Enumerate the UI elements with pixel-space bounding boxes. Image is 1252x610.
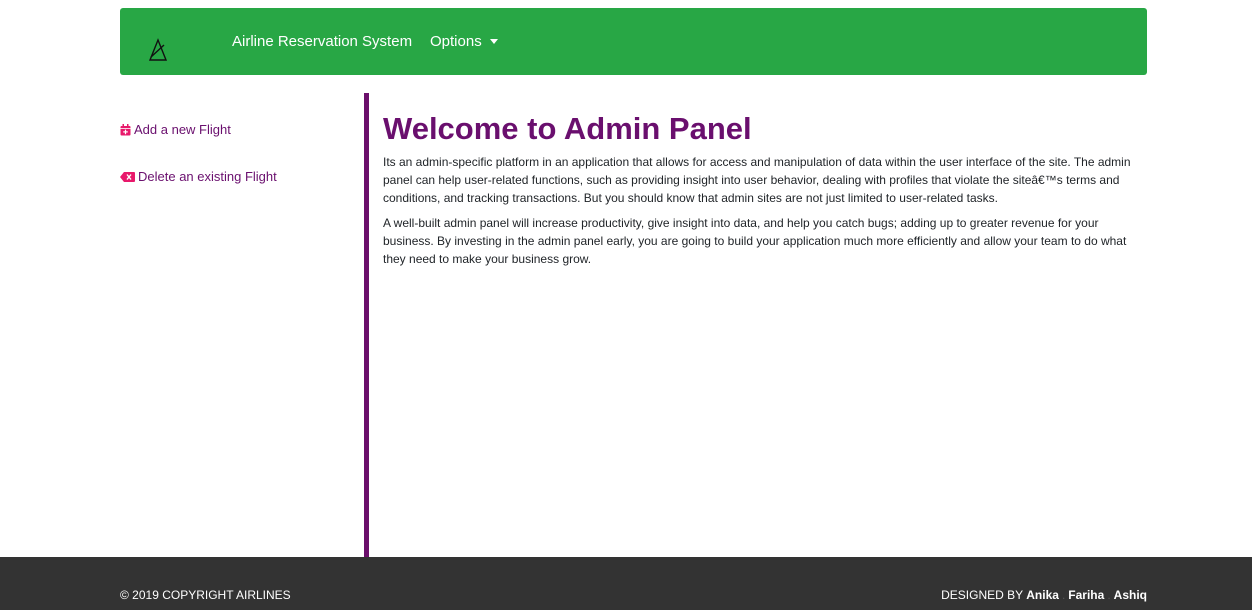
calendar-plus-icon bbox=[120, 124, 131, 136]
brand-logo-icon[interactable] bbox=[148, 37, 168, 61]
navbar: Airline Reservation System Options bbox=[120, 8, 1147, 75]
designer-separator: . bbox=[1107, 588, 1111, 602]
designed-by-label: DESIGNED BY bbox=[941, 588, 1027, 602]
footer: © 2019 COPYRIGHT AIRLINES DESIGNED BY An… bbox=[0, 557, 1252, 610]
options-dropdown-toggle[interactable]: Options bbox=[430, 33, 498, 51]
designer-name: Anika bbox=[1026, 588, 1059, 602]
sidebar-item-add-flight[interactable]: Add a new Flight bbox=[120, 122, 231, 138]
main-content: Welcome to Admin Panel Its an admin-spec… bbox=[383, 111, 1147, 268]
vertical-divider bbox=[364, 93, 369, 557]
benefits-paragraph: A well-built admin panel will increase p… bbox=[383, 216, 1127, 266]
designer-separator: . bbox=[1061, 588, 1066, 602]
options-label: Options bbox=[430, 33, 482, 50]
designer-name: Fariha bbox=[1068, 588, 1105, 602]
page: Airline Reservation System Options Add a… bbox=[0, 0, 1252, 610]
sidebar-item-label: Delete an existing Flight bbox=[138, 169, 277, 184]
backspace-icon bbox=[120, 172, 135, 182]
designed-by-text: DESIGNED BY Anika. Fariha. Ashiq bbox=[941, 588, 1147, 602]
designer-name: Ashiq bbox=[1113, 588, 1147, 602]
intro-paragraph: Its an admin-specific platform in an app… bbox=[383, 155, 1131, 205]
sidebar-item-label: Add a new Flight bbox=[134, 122, 231, 137]
page-title: Welcome to Admin Panel bbox=[383, 111, 752, 146]
caret-down-icon bbox=[489, 38, 498, 44]
sidebar-item-delete-flight[interactable]: Delete an existing Flight bbox=[120, 169, 277, 185]
brand-title-link[interactable]: Airline Reservation System bbox=[232, 33, 412, 51]
copyright-text: © 2019 COPYRIGHT AIRLINES bbox=[120, 588, 291, 602]
